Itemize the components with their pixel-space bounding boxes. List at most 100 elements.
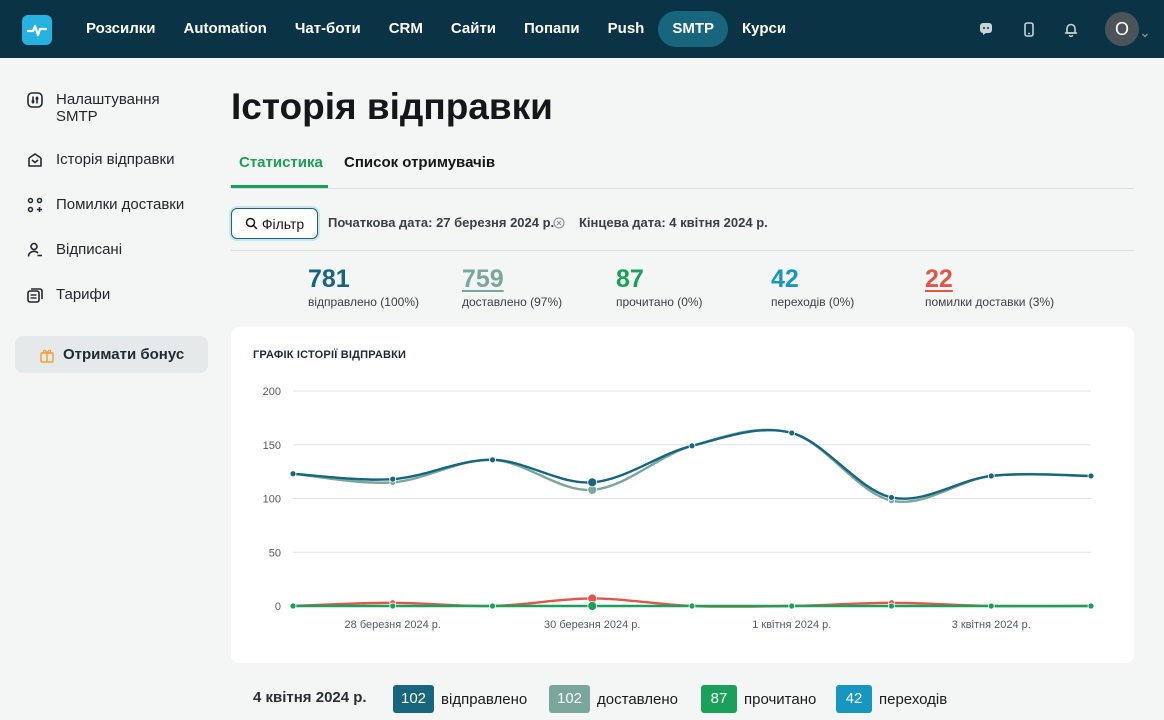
stat-label: помилки доставки (3%) [925, 295, 1055, 309]
summary-delivered: 102 доставлено [549, 685, 678, 713]
data-point-sent [389, 475, 397, 483]
data-point-sent [289, 470, 297, 478]
get-bonus-label: Отримати бонус [63, 346, 185, 363]
nav-item-mailings[interactable]: Розсилки [72, 11, 170, 47]
stat-delivery-errors[interactable]: 22 помилки доставки (3%) [925, 264, 1054, 309]
sidebar-item-label: Відписані [56, 241, 123, 258]
data-point-read [289, 602, 297, 610]
data-point-read [987, 602, 995, 610]
x-tick-label: 1 квітня 2024 р. [752, 619, 831, 631]
sidebar-item-send-history[interactable]: Історія відправки [26, 151, 174, 169]
day-summary: 4 квітня 2024 р. 102 відправлено 102 дос… [231, 663, 1134, 720]
nav-item-smtp[interactable]: SMTP [658, 11, 729, 47]
data-point-sent [1087, 472, 1095, 480]
avatar[interactable]: O [1105, 12, 1139, 46]
mobile-phone-icon[interactable] [1020, 20, 1038, 38]
data-point-read [587, 601, 598, 611]
summary-value-badge: 87 [701, 685, 737, 713]
summary-value-badge: 42 [836, 685, 872, 713]
nav-item-popups[interactable]: Попапи [510, 11, 594, 47]
sidebar-item-delivery-errors[interactable]: Помилки доставки [26, 196, 184, 214]
series-line-delivered [292, 428, 1092, 503]
page-title: Історія відправки [231, 86, 553, 127]
y-tick-label: 150 [263, 440, 281, 452]
clear-filter-icon[interactable] [553, 216, 565, 229]
delivery-errors-icon [27, 197, 43, 213]
series-line-sent [292, 429, 1092, 500]
stat-value: 22 [925, 265, 953, 293]
sidebar-item-label: Тарифи [56, 286, 111, 303]
sidebar-item-tariffs[interactable]: Тарифи [26, 286, 110, 304]
tab-recipients-list[interactable]: Список отримувачів [344, 154, 495, 171]
unsubscribed-user-icon [27, 242, 42, 257]
y-tick-label: 100 [263, 494, 281, 506]
stat-value: 781 [308, 265, 350, 293]
summary-sent: 102 відправлено [393, 685, 527, 713]
end-date-filter: Кінцева дата: 4 квітня 2024 р. [579, 215, 768, 230]
sidebar-item-smtp-settings[interactable]: Налаштування SMTP [26, 91, 176, 125]
nav-item-automation[interactable]: Automation [170, 11, 281, 47]
data-point-sent [587, 477, 598, 488]
app-logo-icon[interactable] [22, 15, 52, 45]
data-point-sent [888, 494, 895, 501]
data-point-read [389, 602, 397, 610]
search-icon [245, 217, 258, 230]
chevron-down-icon[interactable] [1141, 26, 1149, 38]
summary-label: прочитано [744, 690, 817, 708]
chart-card: ГРАФІК ІСТОРІЇ ВІДПРАВКИ 200 150 100 50 0 28 … [231, 327, 1134, 663]
x-tick-label: 28 березня 2024 р. [345, 619, 441, 631]
top-navigation-bar: Розсилки Automation Чат-боти CRM Сайти П… [0, 0, 1164, 58]
gift-icon [40, 349, 54, 363]
filter-row: Фільтр Початкова дата: 27 березня 2024 р… [231, 207, 1134, 251]
stat-read[interactable]: 87 прочитано (0%) [616, 264, 703, 309]
summary-value-badge: 102 [549, 685, 591, 713]
nav-item-sites[interactable]: Сайти [437, 11, 510, 47]
sidebar-item-label: Помилки доставки [56, 196, 185, 213]
y-tick-label: 50 [269, 547, 281, 559]
summary-clicks: 42 переходів [836, 685, 947, 713]
summary-value-badge: 102 [393, 685, 435, 713]
stat-value: 759 [462, 265, 504, 293]
send-history-chart: 200 150 100 50 0 28 березня 2024 р. 30 березня… [263, 386, 1095, 631]
bell-icon[interactable] [1062, 20, 1080, 38]
data-point-read [688, 602, 696, 610]
get-bonus-button[interactable]: Отримати бонус [15, 336, 208, 373]
stat-clicks[interactable]: 42 переходів (0%) [771, 264, 854, 309]
data-point-read [788, 602, 796, 610]
x-tick-label: 3 квітня 2024 р. [952, 619, 1031, 631]
main-nav: Розсилки Automation Чат-боти CRM Сайти П… [72, 11, 800, 47]
filter-button[interactable]: Фільтр [231, 208, 318, 239]
stat-label: переходів (0%) [771, 295, 855, 309]
filter-button-label: Фільтр [261, 215, 305, 232]
nav-item-crm[interactable]: CRM [375, 11, 437, 47]
y-tick-label: 200 [263, 386, 281, 398]
data-point-read [489, 602, 496, 610]
sidebar-item-unsubscribed[interactable]: Відписані [26, 241, 122, 259]
summary-label: переходів [879, 690, 948, 708]
tariffs-icon [27, 288, 43, 303]
stat-label: відправлено (100%) [308, 295, 419, 309]
data-point-sent [788, 429, 796, 437]
tab-bar: Статистика Список отримувачів [231, 146, 1134, 189]
data-point-read [888, 602, 895, 610]
nav-item-push[interactable]: Push [594, 11, 659, 47]
chat-icon[interactable] [977, 20, 995, 38]
summary-label: відправлено [441, 690, 528, 708]
tab-statistics[interactable]: Статистика [239, 154, 323, 171]
stat-label: прочитано (0%) [616, 295, 703, 309]
data-point-sent [688, 442, 696, 450]
sidebar-item-label: Історія відправки [56, 151, 175, 168]
stat-delivered[interactable]: 759 доставлено (97%) [462, 264, 562, 309]
data-point-sent [489, 456, 496, 464]
y-tick-label: 0 [275, 601, 281, 613]
stat-value: 42 [771, 265, 799, 293]
stat-label: доставлено (97%) [462, 295, 563, 309]
stat-sent[interactable]: 781 відправлено (100%) [308, 264, 419, 309]
settings-sliders-icon [27, 92, 43, 108]
data-point-read [1087, 602, 1095, 610]
nav-item-courses[interactable]: Курси [728, 11, 800, 47]
nav-item-chatbots[interactable]: Чат-боти [281, 11, 375, 47]
summary-label: доставлено [597, 690, 679, 708]
sidebar-item-label: Налаштування SMTP [56, 91, 160, 125]
summary-date: 4 квітня 2024 р. [253, 689, 367, 706]
